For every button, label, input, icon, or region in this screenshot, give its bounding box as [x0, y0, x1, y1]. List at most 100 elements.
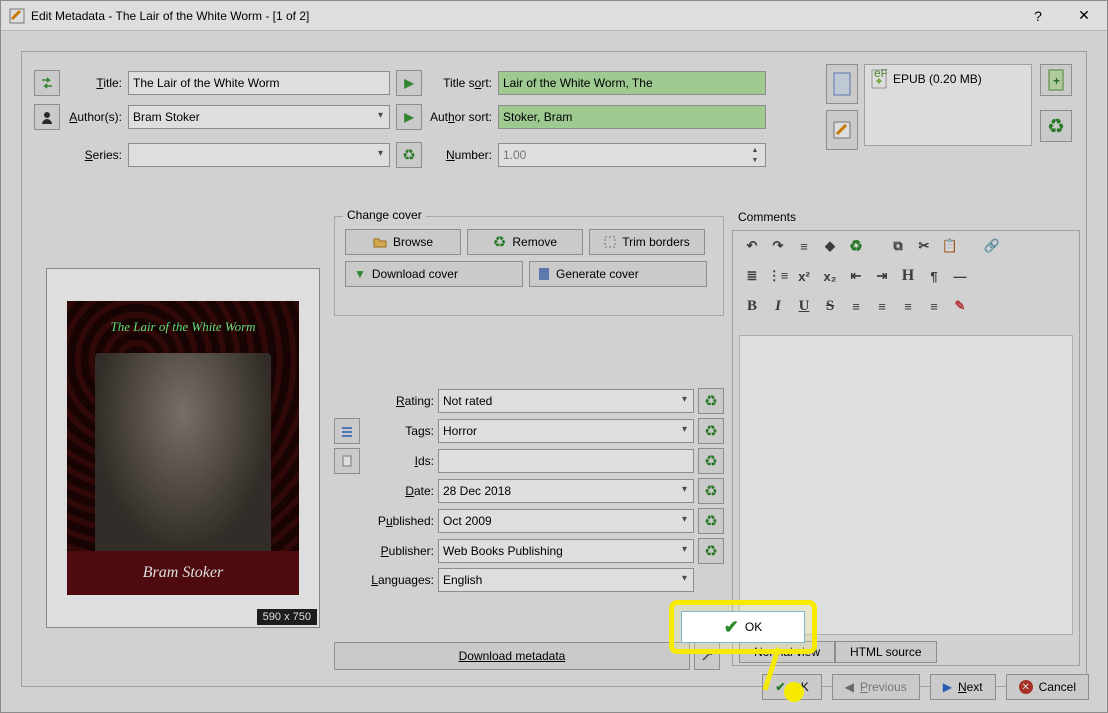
superscript-icon[interactable]: x² — [795, 267, 813, 285]
add-format-button[interactable]: + — [1040, 64, 1072, 96]
subscript-icon[interactable]: x₂ — [821, 267, 839, 285]
ok-button-callout[interactable]: ✔ OK — [681, 611, 805, 643]
formats-list[interactable]: ePUB EPUB (0.20 MB) — [864, 64, 1032, 146]
trim-borders-button[interactable]: Trim borders — [589, 229, 705, 255]
link-icon[interactable]: 🔗 — [983, 237, 1001, 255]
italic-icon[interactable]: I — [769, 297, 787, 315]
comments-editor: ↶ ↷ ≡ ◆ ♻ ⧉ ✂ 📋 🔗 ≣ ⋮≡ — [732, 230, 1080, 666]
author-sort-label: Author sort: — [428, 110, 492, 124]
erase-icon[interactable]: ◆ — [821, 237, 839, 255]
generate-cover-button[interactable]: Generate cover — [529, 261, 707, 287]
rating-label: Rating: — [364, 394, 434, 408]
copy-icon[interactable]: ⧉ — [889, 237, 907, 255]
author-row: Author(s): Bram Stoker ▶ Author sort: St… — [34, 104, 766, 130]
unordered-list-icon[interactable]: ⋮≡ — [769, 267, 787, 285]
comments-toolbar-3: B I U S ≡ ≡ ≡ ≡ ✎ — [733, 291, 1079, 321]
swap-title-author-button[interactable] — [34, 70, 60, 96]
languages-label: Languages: — [364, 573, 434, 587]
series-clear-button[interactable]: ♻ — [396, 142, 422, 168]
remove-format-button[interactable]: ♻ — [1040, 110, 1072, 142]
author-sort-input[interactable]: Stoker, Bram — [498, 105, 766, 129]
download-cover-button[interactable]: ▼ Download cover — [345, 261, 523, 287]
indent-icon[interactable]: ⇥ — [873, 267, 891, 285]
change-cover-group: Change cover Browse ♻ Remove Trim border… — [334, 216, 724, 316]
underline-icon[interactable]: U — [795, 297, 813, 315]
title-input[interactable]: The Lair of the White Worm — [128, 71, 390, 95]
title-sort-input[interactable]: Lair of the White Worm, The — [498, 71, 766, 95]
redo-icon[interactable]: ↷ — [769, 237, 787, 255]
comments-toolbar-1: ↶ ↷ ≡ ◆ ♻ ⧉ ✂ 📋 🔗 — [733, 231, 1079, 261]
published-clear-button[interactable]: ♻ — [698, 508, 724, 534]
ids-clear-button[interactable]: ♻ — [698, 448, 724, 474]
comments-textarea[interactable] — [739, 335, 1073, 635]
browse-cover-button[interactable]: Browse — [345, 229, 461, 255]
languages-input[interactable]: English — [438, 568, 694, 592]
previous-button[interactable]: ◀ Previous — [832, 674, 920, 700]
footer-buttons: ✔ OK ◀ Previous ▶ Next ✕ Cancel — [762, 674, 1089, 700]
tags-editor-button[interactable] — [334, 418, 360, 444]
paste-icon[interactable]: 📋 — [941, 237, 959, 255]
next-button[interactable]: ▶ Next — [930, 674, 996, 700]
authors-input[interactable]: Bram Stoker — [128, 105, 390, 129]
ids-input[interactable] — [438, 449, 694, 473]
edit-metadata-window: Edit Metadata - The Lair of the White Wo… — [0, 0, 1108, 713]
publisher-input[interactable]: Web Books Publishing — [438, 539, 694, 563]
arrow-left-icon: ◀ — [845, 680, 854, 694]
author-sort-auto-button[interactable]: ▶ — [396, 104, 422, 130]
cancel-icon: ✕ — [1019, 680, 1033, 694]
tags-input[interactable]: Horror — [438, 419, 694, 443]
format-item[interactable]: ePUB EPUB (0.20 MB) — [871, 69, 1025, 89]
normal-view-tab[interactable]: Normal view — [739, 641, 835, 663]
clear-icon[interactable]: ♻ — [847, 237, 865, 255]
remove-cover-button[interactable]: ♻ Remove — [467, 229, 583, 255]
rating-clear-button[interactable]: ♻ — [698, 388, 724, 414]
justify-icon[interactable]: ≡ — [925, 297, 943, 315]
html-source-tab[interactable]: HTML source — [835, 641, 937, 663]
close-button[interactable]: ✕ — [1061, 1, 1107, 31]
trim-icon — [604, 236, 616, 248]
series-input[interactable] — [128, 143, 390, 167]
callout-dot — [784, 682, 804, 702]
cover-preview[interactable]: The Lair of the White Worm Bram Stoker 5… — [46, 268, 320, 628]
download-metadata-config-button[interactable] — [694, 642, 720, 670]
titlebar: Edit Metadata - The Lair of the White Wo… — [1, 1, 1107, 31]
undo-icon[interactable]: ↶ — [743, 237, 761, 255]
book-icon — [538, 267, 550, 281]
align-left-icon[interactable]: ≡ — [847, 297, 865, 315]
title-sort-label: Title sort: — [428, 76, 492, 90]
svg-text:+: + — [1053, 74, 1060, 88]
published-input[interactable]: Oct 2009 — [438, 509, 694, 533]
ids-paste-button[interactable] — [334, 448, 360, 474]
cut-icon[interactable]: ✂ — [915, 237, 933, 255]
cover-author-text: Bram Stoker — [67, 551, 299, 595]
tags-label: Tags: — [364, 424, 434, 438]
comments-toolbar-2: ≣ ⋮≡ x² x₂ ⇤ ⇥ H ¶ — — [733, 261, 1079, 291]
publisher-clear-button[interactable]: ♻ — [698, 538, 724, 564]
strike-icon[interactable]: S — [821, 297, 839, 315]
title-row: Title: The Lair of the White Worm ▶ Titl… — [34, 70, 766, 96]
align-right-icon[interactable]: ≡ — [899, 297, 917, 315]
tags-clear-button[interactable]: ♻ — [698, 418, 724, 444]
set-cover-button[interactable] — [826, 110, 858, 150]
align-center-icon[interactable]: ≡ — [873, 297, 891, 315]
color-icon[interactable]: ✎ — [951, 297, 969, 315]
align-icon[interactable]: ≡ — [795, 237, 813, 255]
bold-icon[interactable]: B — [743, 297, 761, 315]
date-clear-button[interactable]: ♻ — [698, 478, 724, 504]
cancel-button[interactable]: ✕ Cancel — [1006, 674, 1089, 700]
help-button[interactable]: ? — [1015, 1, 1061, 31]
cover-thumb-button[interactable] — [826, 64, 858, 104]
download-metadata-button[interactable]: Download metadata — [334, 642, 690, 670]
date-input[interactable]: 28 Dec 2018 — [438, 479, 694, 503]
hr-icon[interactable]: — — [951, 267, 969, 285]
rating-input[interactable]: Not rated — [438, 389, 694, 413]
number-input[interactable]: 1.00 ▲▼ — [498, 143, 766, 167]
paragraph-icon[interactable]: ¶ — [925, 267, 943, 285]
manage-authors-button[interactable] — [34, 104, 60, 130]
number-spinner[interactable]: ▲▼ — [747, 146, 763, 166]
outdent-icon[interactable]: ⇤ — [847, 267, 865, 285]
title-sort-auto-button[interactable]: ▶ — [396, 70, 422, 96]
series-row: Series: ♻ Number: 1.00 ▲▼ — [34, 142, 766, 168]
ordered-list-icon[interactable]: ≣ — [743, 267, 761, 285]
heading-icon[interactable]: H — [899, 267, 917, 285]
